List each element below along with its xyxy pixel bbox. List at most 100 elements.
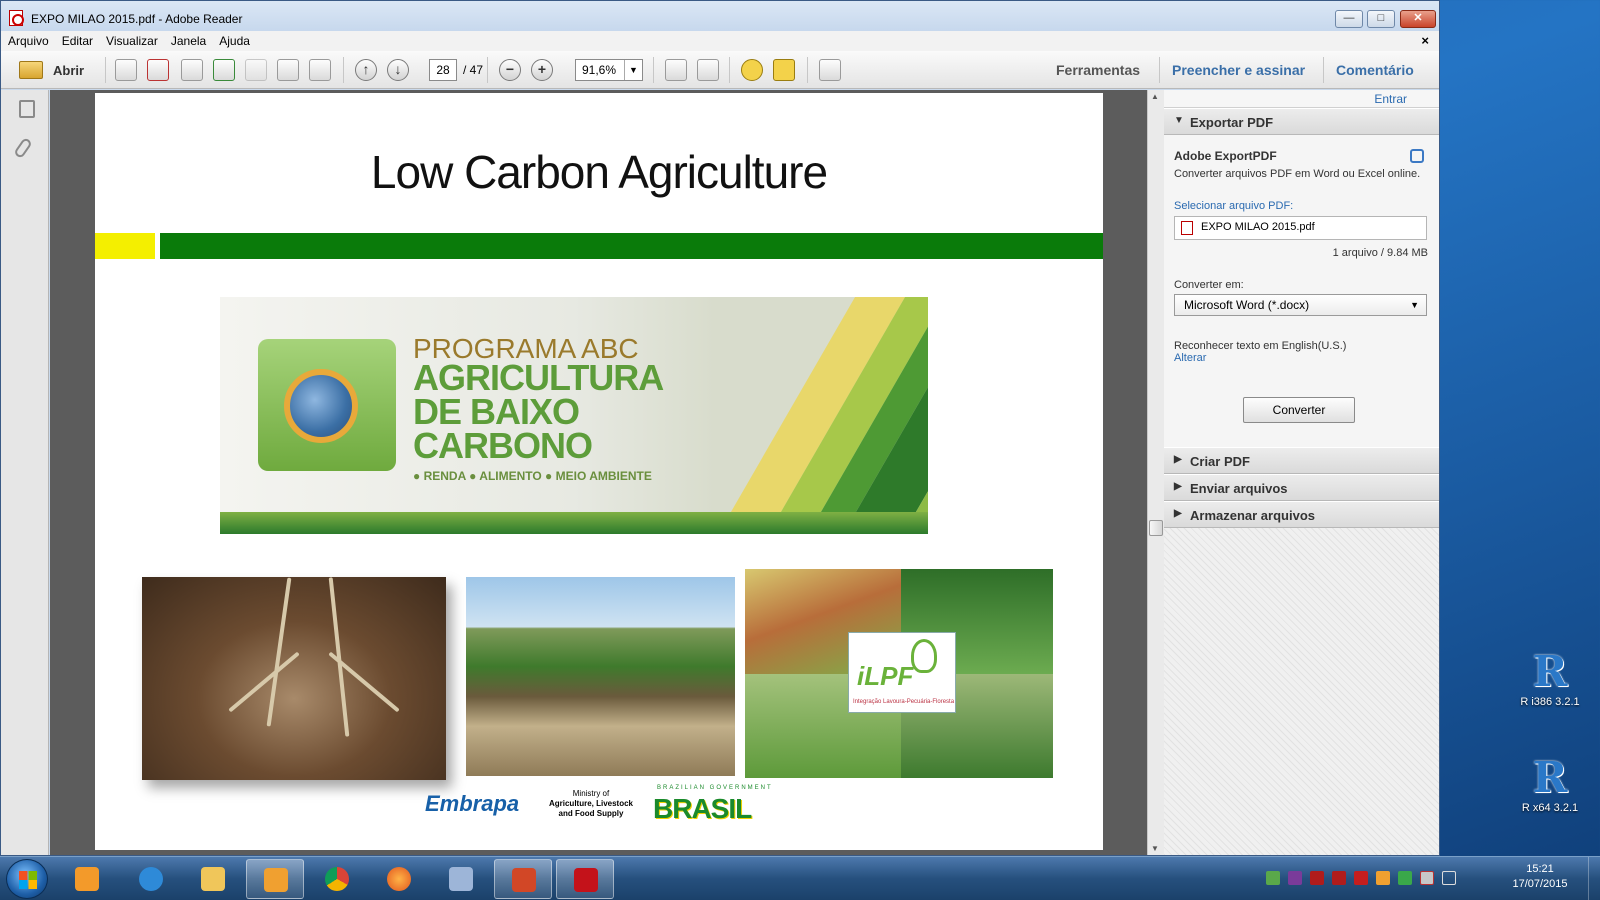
convert-format-select[interactable]: Microsoft Word (*.docx) ▼ [1174,294,1427,316]
taskbar-media-player[interactable] [58,859,116,899]
toolbar-separator [729,57,730,83]
clock[interactable]: 15:21 17/07/2015 [1500,862,1580,892]
minimize-button[interactable]: — [1335,10,1363,28]
selected-file-name: EXPO MILAO 2015.pdf [1201,221,1315,233]
print-icon[interactable] [277,59,299,81]
maximize-button[interactable]: □ [1367,10,1395,28]
checkmark-icon[interactable] [1266,871,1280,885]
document-view[interactable]: Low Carbon Agriculture PROGRAMA ABC AGRI… [50,90,1147,855]
start-button[interactable] [6,859,48,899]
section-label: Armazenar arquivos [1190,508,1315,523]
store-files-header[interactable]: ▶ Armazenar arquivos [1164,501,1439,528]
select-pdf-link[interactable]: Selecionar arquivo PDF: [1174,200,1293,212]
export-pdf-section: Adobe ExportPDF Converter arquivos PDF e… [1164,135,1439,457]
taskbar-explorer[interactable] [184,859,242,899]
security-icon[interactable] [1398,871,1412,885]
show-desktop-button[interactable] [1588,857,1600,900]
acrobat-icon[interactable] [1332,871,1346,885]
save-icon[interactable] [245,59,267,81]
pdf-page: Low Carbon Agriculture PROGRAMA ABC AGRI… [95,93,1103,850]
zoom-level-select[interactable]: 91,6% ▼ [575,59,643,81]
export-service-description: Converter arquivos PDF em Word ou Excel … [1174,168,1421,180]
taskbar-internet-explorer[interactable] [122,859,180,899]
embrapa-logo: Embrapa [425,791,520,816]
comment-tab[interactable]: Comentário [1336,62,1414,78]
zoom-out-icon[interactable]: − [499,59,521,81]
highlight-icon[interactable] [773,59,795,81]
taskbar-r[interactable] [432,859,490,899]
banner-line-de-baixo: DE BAIXO [413,391,580,432]
onenote-icon[interactable] [1288,871,1302,885]
taskbar-chrome[interactable] [308,859,366,899]
change-language-link[interactable]: Alterar [1174,352,1206,364]
globe-icon [284,369,358,443]
shield-icon[interactable] [1420,871,1434,885]
fit-width-icon[interactable] [665,59,687,81]
page-total: / 47 [463,63,484,77]
scroll-up-icon[interactable]: ▲ [1151,92,1159,101]
desktop-icon-r-i386[interactable]: R R i386 3.2.1 [1518,647,1582,709]
green-bar [160,233,1103,259]
clock-date: 17/07/2015 [1512,878,1568,890]
email-icon[interactable] [309,59,331,81]
upload-icon[interactable] [213,59,235,81]
taskbar-adobe-reader[interactable] [556,859,614,899]
r-logo-icon: R [1532,647,1568,696]
outlook-icon[interactable] [1376,871,1390,885]
vertical-scrollbar[interactable]: ▲ ▼ [1147,90,1164,855]
zoom-in-icon[interactable]: + [531,59,553,81]
full-screen-icon[interactable] [819,59,841,81]
export-pdf-icon[interactable] [147,59,169,81]
attachments-icon[interactable] [13,136,33,160]
menu-editar[interactable]: Editar [55,31,99,48]
menu-visualizar[interactable]: Visualizar [99,31,164,48]
edit-icon[interactable] [181,59,203,81]
outlook-icon [264,868,288,892]
ilpf-subtitle: Integração Lavoura-Pecuária-Floresta [853,699,955,705]
sticky-note-icon[interactable] [741,59,763,81]
close-document-icon[interactable]: × [1421,33,1429,48]
desktop-icon-label: R x64 3.2.1 [1521,802,1579,814]
navigation-pane [1,90,49,855]
sign-in-link[interactable]: Entrar [1374,92,1407,106]
title-bar[interactable]: EXPO MILAO 2015.pdf - Adobe Reader — □ ✕ [1,1,1439,35]
convert-button[interactable]: Converter [1243,397,1355,423]
menu-ajuda[interactable]: Ajuda [212,31,256,48]
taskbar-firefox[interactable] [370,859,428,899]
export-info-icon[interactable] [1410,149,1424,163]
selected-file-field[interactable]: EXPO MILAO 2015.pdf [1174,216,1427,240]
previous-page-icon[interactable]: ↑ [355,59,377,81]
r-logo-icon [449,867,473,891]
open-folder-icon[interactable] [19,61,43,79]
close-window-button[interactable]: ✕ [1400,10,1436,28]
scrollbar-thumb[interactable] [1149,520,1163,536]
page-thumbnails-icon[interactable] [19,100,35,118]
send-files-header[interactable]: ▶ Enviar arquivos [1164,474,1439,501]
open-button[interactable]: Abrir [53,63,84,78]
create-pdf-icon[interactable] [115,59,137,81]
toolbar-separator [343,57,344,83]
sign-in-bar: Entrar [1164,90,1439,108]
taskbar-powerpoint[interactable] [494,859,552,899]
next-page-icon[interactable]: ↓ [387,59,409,81]
acrobat-icon[interactable] [1310,871,1324,885]
create-pdf-header[interactable]: ▶ Criar PDF [1164,447,1439,474]
adobe-icon[interactable] [1354,871,1368,885]
export-pdf-header[interactable]: ▼ Exportar PDF [1164,108,1439,135]
tools-tab[interactable]: Ferramentas [1056,62,1140,78]
flag-icon[interactable] [1442,871,1456,885]
menu-janela[interactable]: Janela [164,31,212,48]
programa-abc-banner: PROGRAMA ABC AGRICULTURA DE BAIXO CARBON… [220,297,928,534]
yellow-bar [95,233,155,259]
fit-page-icon[interactable] [697,59,719,81]
chevron-down-icon[interactable]: ▼ [624,60,642,80]
page-number-input[interactable]: 28 [429,59,457,81]
powerpoint-icon [512,868,536,892]
taskbar-outlook[interactable] [246,859,304,899]
menu-arquivo[interactable]: Arquivo [1,31,55,48]
clock-time: 15:21 [1526,863,1554,875]
fill-and-sign-tab[interactable]: Preencher e assinar [1172,62,1305,78]
ilpf-collage-photo: iLPF Integração Lavoura-Pecuária-Florest… [745,569,1053,778]
scroll-down-icon[interactable]: ▼ [1151,844,1159,853]
desktop-icon-r-x64[interactable]: R R x64 3.2.1 [1518,756,1582,815]
